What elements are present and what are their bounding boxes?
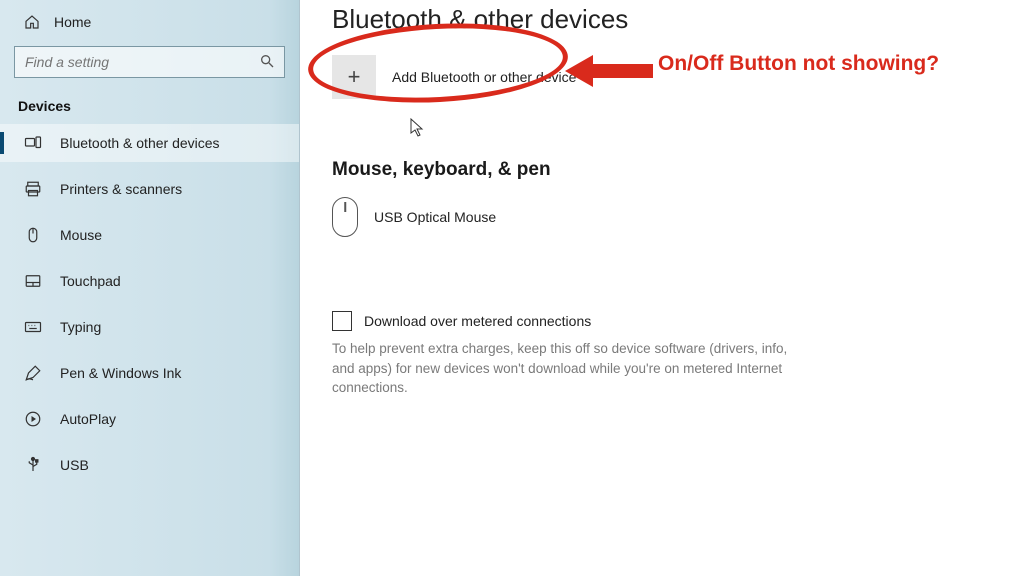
- device-group-title: Mouse, keyboard, & pen: [332, 159, 1000, 181]
- add-device-button[interactable]: + Add Bluetooth or other device: [332, 53, 1000, 101]
- cursor-icon: [410, 118, 424, 138]
- search-container: [14, 46, 285, 78]
- sidebar-item-label: Mouse: [60, 227, 102, 243]
- autoplay-icon: [24, 410, 42, 428]
- mouse-icon: [24, 226, 42, 244]
- touchpad-icon: [24, 272, 42, 290]
- typing-icon: [24, 318, 42, 336]
- plus-icon: +: [332, 55, 376, 99]
- sidebar-item-bluetooth[interactable]: Bluetooth & other devices: [0, 124, 299, 162]
- sidebar-item-label: Touchpad: [60, 273, 121, 289]
- checkbox-icon[interactable]: [332, 311, 352, 331]
- sidebar-home-label: Home: [54, 14, 91, 30]
- page-title: Bluetooth & other devices: [332, 4, 1000, 35]
- sidebar-item-mouse[interactable]: Mouse: [0, 216, 299, 254]
- sidebar-item-touchpad[interactable]: Touchpad: [0, 262, 299, 300]
- mouse-device-icon: [332, 197, 358, 237]
- pen-icon: [24, 364, 42, 382]
- sidebar-section-label: Devices: [0, 92, 299, 124]
- home-icon: [24, 14, 40, 30]
- usb-icon: [24, 456, 42, 474]
- search-icon: [259, 53, 275, 69]
- devices-icon: [24, 134, 42, 152]
- metered-label: Download over metered connections: [364, 313, 591, 329]
- sidebar-item-autoplay[interactable]: AutoPlay: [0, 400, 299, 438]
- sidebar-item-label: Printers & scanners: [60, 181, 182, 197]
- sidebar-item-printers[interactable]: Printers & scanners: [0, 170, 299, 208]
- settings-sidebar: Home Devices Bluetooth & other devices P…: [0, 0, 300, 576]
- metered-help-text: To help prevent extra charges, keep this…: [332, 339, 812, 398]
- metered-checkbox-row[interactable]: Download over metered connections: [332, 311, 1000, 331]
- sidebar-item-typing[interactable]: Typing: [0, 308, 299, 346]
- device-row[interactable]: USB Optical Mouse: [332, 193, 1000, 241]
- search-input[interactable]: [14, 46, 285, 78]
- sidebar-home[interactable]: Home: [0, 8, 299, 40]
- printer-icon: [24, 180, 42, 198]
- main-content: Bluetooth & other devices + Add Bluetoot…: [300, 0, 1024, 576]
- sidebar-item-pen[interactable]: Pen & Windows Ink: [0, 354, 299, 392]
- sidebar-item-label: USB: [60, 457, 89, 473]
- sidebar-item-label: AutoPlay: [60, 411, 116, 427]
- add-device-label: Add Bluetooth or other device: [392, 69, 576, 85]
- device-name: USB Optical Mouse: [374, 209, 496, 225]
- sidebar-item-usb[interactable]: USB: [0, 446, 299, 484]
- sidebar-item-label: Typing: [60, 319, 101, 335]
- sidebar-item-label: Pen & Windows Ink: [60, 365, 181, 381]
- sidebar-item-label: Bluetooth & other devices: [60, 135, 220, 151]
